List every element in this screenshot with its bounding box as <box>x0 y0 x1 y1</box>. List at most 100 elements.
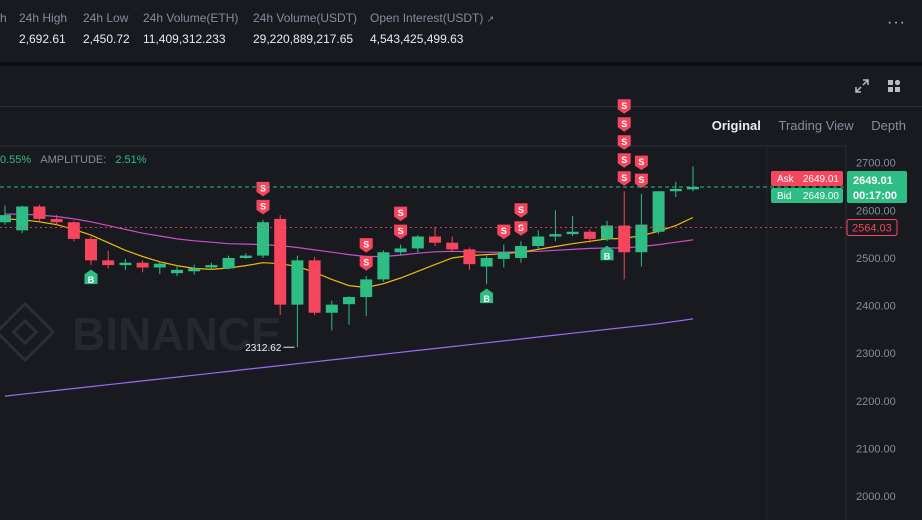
sell-marker: S <box>617 153 631 168</box>
candle-body-up <box>497 252 510 259</box>
sell-marker: S <box>617 99 631 114</box>
tab-depth[interactable]: Depth <box>871 118 906 133</box>
marker-badge-label: B <box>88 275 95 285</box>
price-axis-label: 2600.00 <box>856 205 896 217</box>
candle-body-up <box>119 262 132 266</box>
candle-body-down <box>136 262 149 268</box>
candle-body-down <box>102 260 115 266</box>
sell-marker: S <box>617 135 631 150</box>
candle-body-up <box>171 269 183 274</box>
ask-value: 2649.01 <box>803 174 840 185</box>
candle-body-up <box>532 236 545 247</box>
buy-marker: B <box>480 288 494 304</box>
candle-body-up <box>669 188 682 192</box>
candle-body-up <box>16 206 29 231</box>
candle-body-up <box>343 297 355 305</box>
candle-body-up <box>394 248 407 253</box>
sell-marker: S <box>617 171 631 186</box>
candle-body-down <box>446 242 459 250</box>
sell-marker: S <box>514 221 528 236</box>
chart-legend: 0.55% AMPLITUDE: 2.51% <box>0 154 147 166</box>
candle-body-up <box>188 268 201 272</box>
bid-value: 2649.00 <box>803 191 840 202</box>
sell-marker: S <box>617 117 631 132</box>
candle-body-up <box>153 263 166 268</box>
mark-price-value: 2564.03 <box>852 222 892 234</box>
candle-body-up <box>549 234 562 237</box>
tab-original[interactable]: Original <box>712 118 761 133</box>
marker-badge-label: B <box>604 251 611 261</box>
sell-marker: S <box>394 206 408 222</box>
candle-body-up <box>222 257 235 269</box>
tab-trading-view[interactable]: Trading View <box>779 118 854 133</box>
price-axis-label: 2400.00 <box>856 301 896 313</box>
candle-body-down <box>463 249 476 265</box>
marker-badge-label: S <box>638 157 644 167</box>
sell-marker: S <box>497 224 511 240</box>
trade-markers: SSSSSSSSSSSSSSSSBBB <box>84 99 648 304</box>
candle-body-up <box>377 252 390 280</box>
marker-badge-label: S <box>621 173 627 183</box>
candle-body-up <box>257 222 269 256</box>
sell-marker: S <box>634 155 648 171</box>
sell-marker: S <box>394 224 408 240</box>
bid-label: Bid <box>777 191 791 202</box>
marker-badge-label: S <box>518 205 524 215</box>
marker-badge-label: S <box>363 240 369 250</box>
buy-marker: B <box>84 269 98 285</box>
marker-badge-label: S <box>260 183 266 193</box>
candle-body-up <box>411 236 424 249</box>
marker-badge-label: S <box>621 137 627 147</box>
candle-countdown: 00:17:00 <box>853 190 897 202</box>
price-chart[interactable]: BINANCE 2312.62 SSSSSSSSSSSSSSSSBBB 2700… <box>0 0 922 520</box>
sell-marker: S <box>256 199 270 215</box>
legend-change-value: 0.55% <box>0 154 32 166</box>
candle-body-up <box>325 304 338 313</box>
candle-body-up <box>0 215 11 223</box>
candle-body-up <box>635 224 648 253</box>
price-axis-label: 2200.00 <box>856 396 896 408</box>
candle-body-down <box>67 222 80 239</box>
sell-marker: S <box>256 181 270 197</box>
marker-badge-label: S <box>621 119 627 129</box>
marker-badge-label: B <box>483 294 490 304</box>
candle-body-down <box>583 231 596 239</box>
candle-body-down <box>274 218 287 305</box>
candle-body-down <box>50 218 63 223</box>
price-axis-label: 2500.00 <box>856 253 896 265</box>
price-axis-label: 2700.00 <box>856 158 896 170</box>
binance-watermark: BINANCE <box>0 301 282 363</box>
chart-view-tabs: Original Trading View Depth <box>698 118 906 133</box>
marker-badge-label: S <box>621 155 627 165</box>
candle-body-up <box>566 231 579 235</box>
candle-body-up <box>480 257 493 267</box>
candle-body-down <box>618 225 631 253</box>
sell-marker: S <box>359 256 373 271</box>
candle-body-up <box>239 255 252 258</box>
candle-body-up <box>291 260 304 305</box>
marker-badge-label: S <box>260 201 266 211</box>
ask-label: Ask <box>777 174 795 185</box>
marker-badge-label: S <box>621 101 627 111</box>
last-price-value: 2649.01 <box>853 175 893 187</box>
price-lines <box>0 186 846 228</box>
candle-body-down <box>85 238 97 261</box>
candle-body-down <box>33 206 46 219</box>
legend-amplitude-label: AMPLITUDE: <box>40 154 107 166</box>
price-axis-label: 2100.00 <box>856 444 896 456</box>
marker-badge-label: S <box>363 258 369 268</box>
sell-marker: S <box>359 238 373 253</box>
candle-body-up <box>652 191 665 232</box>
marker-badge-label: S <box>398 208 404 218</box>
sell-marker: S <box>634 173 648 189</box>
candle-body-down <box>429 236 441 243</box>
price-axis-label: 2300.00 <box>856 348 896 360</box>
low-price-annotation: 2312.62 <box>245 343 282 354</box>
candle-body-up <box>205 265 218 268</box>
sell-marker: S <box>514 203 528 218</box>
marker-badge-label: S <box>638 175 644 185</box>
candle-body-down <box>308 260 321 313</box>
candle-body-up <box>515 246 527 258</box>
candle-body-up <box>360 279 373 298</box>
legend-amplitude-value: 2.51% <box>115 154 147 166</box>
